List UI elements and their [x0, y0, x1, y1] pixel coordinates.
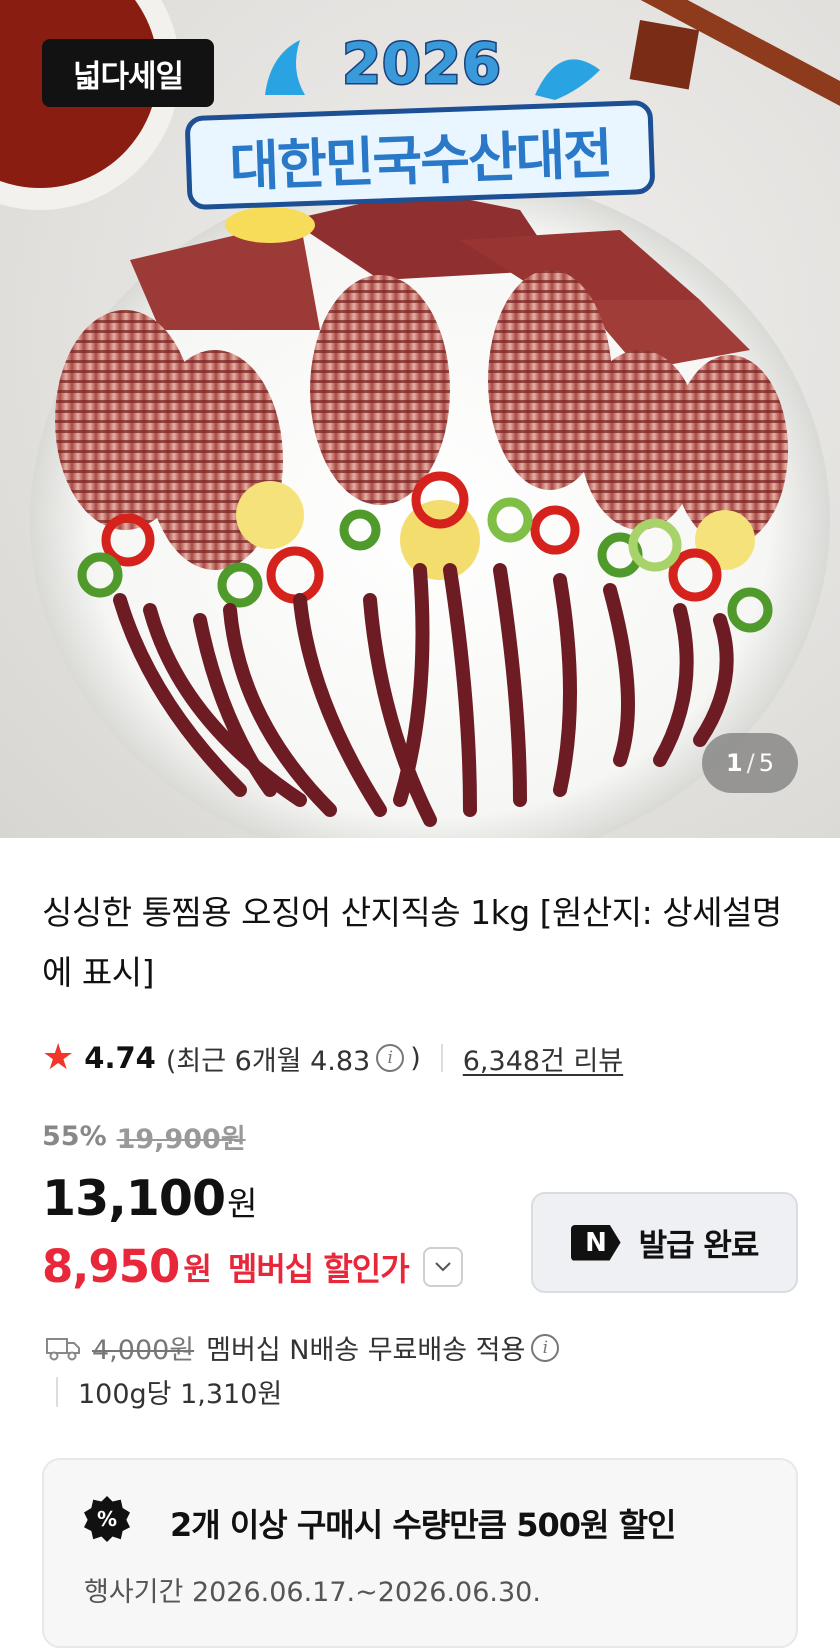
naver-n-icon: N	[570, 1224, 621, 1261]
promotion-title: 2개 이상 구매시 수량만큼 500원 할인	[170, 1506, 676, 1544]
membership-price: 8,950 원 멤버십 할인가	[42, 1240, 463, 1293]
promotion-card[interactable]: % 2개 이상 구매시 수량만큼 500원 할인 행사기간 2026.06.17…	[42, 1458, 798, 1648]
image-counter-current: 1	[725, 749, 743, 777]
unit-price: 100g당 1,310원	[78, 1379, 283, 1410]
truck-icon	[46, 1337, 80, 1360]
recent-rating-text: (최근 6개월 4.83	[165, 1045, 371, 1077]
discount-rate: 55%	[42, 1121, 107, 1152]
sale-price-unit: 원	[227, 1184, 258, 1223]
member-price-label: 멤버십 할인가	[227, 1249, 410, 1288]
event-title-banner: 대한민국수산대전	[184, 99, 656, 211]
coupon-issued-button[interactable]: N 발급 완료	[531, 1192, 798, 1293]
member-price-value: 8,950	[42, 1240, 180, 1293]
discount-row: 55% 19,900원	[42, 1117, 246, 1156]
product-title: 싱싱한 통찜용 오징어 산지직송 1kg [원산지: 상세설명에 표시]	[42, 893, 782, 992]
chevron-down-icon	[434, 1261, 451, 1271]
divider	[440, 1044, 443, 1072]
sale-event-badge[interactable]: 넓다세일	[42, 39, 214, 107]
shipping-info-icon[interactable]: i	[531, 1333, 560, 1362]
review-count-link[interactable]: 6,348건 리뷰	[463, 1039, 623, 1078]
original-price: 19,900원	[116, 1124, 246, 1155]
image-counter: 1 / 5	[702, 733, 798, 793]
promotion-period: 행사기간 2026.06.17.~2026.06.30.	[84, 1577, 541, 1608]
info-icon[interactable]: i	[376, 1044, 405, 1072]
sale-price: 13,100 원	[42, 1170, 257, 1227]
shipping-text: 멤버십 N배송 무료배송 적용	[206, 1335, 526, 1366]
sale-price-value: 13,100	[42, 1170, 226, 1227]
star-icon: ★	[42, 1037, 75, 1078]
rating-score: 4.74	[84, 1041, 156, 1075]
coupon-label: 발급 완료	[638, 1228, 760, 1264]
unit-price-row: 100g당 1,310원	[56, 1372, 282, 1411]
rating-row: ★ 4.74 (최근 6개월 4.83 i ) 6,348건 리뷰	[42, 1038, 623, 1078]
discount-percent-icon: %	[84, 1496, 130, 1542]
delivery-info: 4,000원 멤버십 N배송 무료배송 적용 i	[46, 1328, 565, 1367]
image-counter-separator: /	[746, 749, 755, 777]
member-price-unit: 원	[183, 1252, 212, 1288]
original-shipping-fee: 4,000원	[92, 1335, 195, 1366]
recent-rating: (최근 6개월 4.83 i )	[166, 1039, 421, 1078]
image-counter-total: 5	[758, 749, 775, 777]
divider	[56, 1376, 58, 1407]
recent-rating-close: )	[410, 1042, 421, 1074]
product-image-carousel[interactable]: 넓다세일 2026 대한민국수산대전 1 / 5	[0, 0, 840, 838]
price-detail-dropdown[interactable]	[422, 1246, 463, 1287]
event-year: 2026	[341, 31, 503, 99]
